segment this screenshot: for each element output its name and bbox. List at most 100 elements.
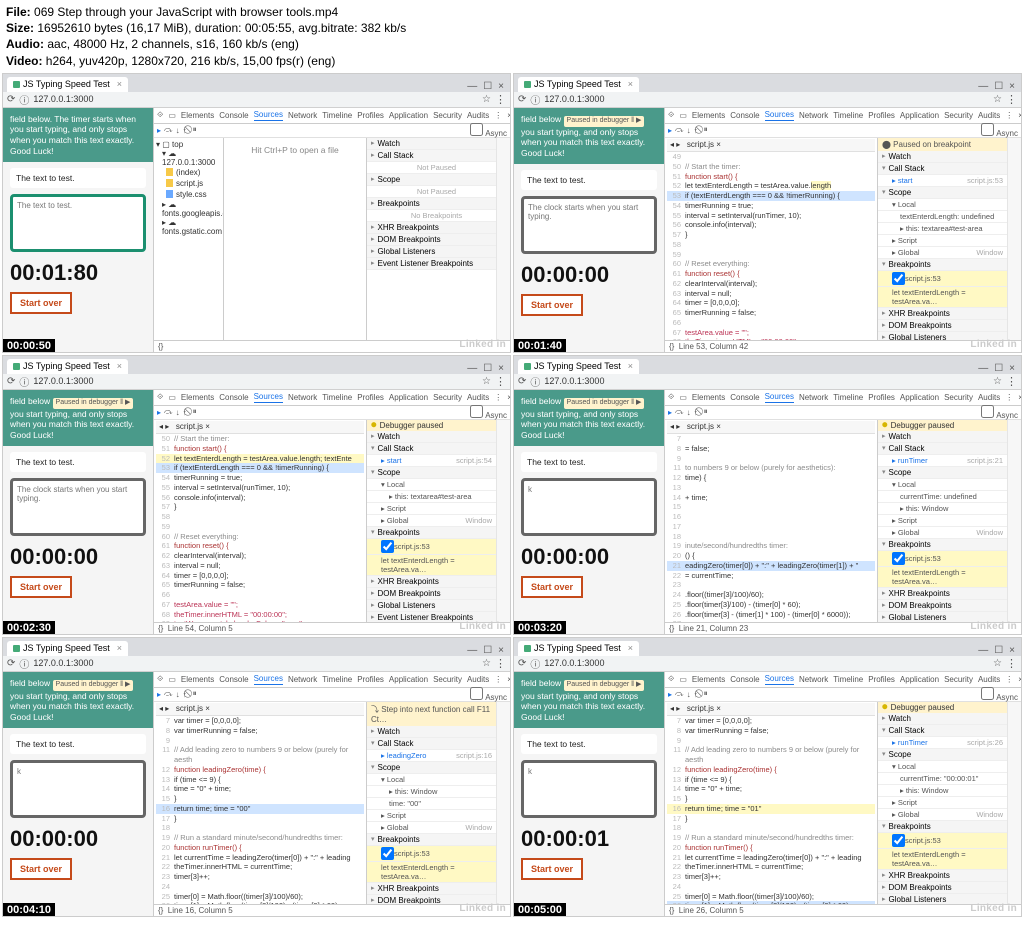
inspect-icon[interactable]: ⟐ [668,674,674,684]
typing-textarea[interactable]: The clock starts when you start typing. [521,196,657,254]
devtab-profiles[interactable]: Profiles [868,675,895,684]
window-max-icon[interactable]: ☐ [994,363,1003,374]
devtab-sources[interactable]: Sources [765,392,794,403]
window-close-icon[interactable]: × [498,81,504,92]
devtab-network[interactable]: Network [288,675,317,684]
devtools-close-icon[interactable]: × [507,675,510,684]
window-close-icon[interactable]: × [1009,645,1015,656]
url-text[interactable]: 127.0.0.1:3000 [544,94,989,104]
devtools-menu-icon[interactable]: ⋮ [1005,393,1013,402]
devtab-elements[interactable]: Elements [692,111,725,120]
window-min-icon[interactable]: — [978,363,988,374]
start-over-button[interactable]: Start over [521,294,583,316]
window-close-icon[interactable]: × [1009,81,1015,92]
window-close-icon[interactable]: × [498,363,504,374]
devtab-profiles[interactable]: Profiles [868,393,895,402]
star-icon[interactable]: ☆ [482,376,491,387]
devtab-security[interactable]: Security [433,393,462,402]
start-over-button[interactable]: Start over [10,292,72,314]
devtools-close-icon[interactable]: × [507,111,510,120]
devtab-console[interactable]: Console [730,675,759,684]
window-max-icon[interactable]: ☐ [483,645,492,656]
window-min-icon[interactable]: — [467,645,477,656]
browser-tab[interactable]: JS Typing Speed Test× [7,359,128,374]
devtab-elements[interactable]: Elements [181,111,214,120]
code-pane[interactable]: ◂ ▸ script.js × 7var timer = [0,0,0,0];8… [665,702,877,904]
device-icon[interactable]: ▭ [168,393,176,402]
async-checkbox[interactable] [470,405,483,418]
window-max-icon[interactable]: ☐ [994,645,1003,656]
devtools-close-icon[interactable]: × [1018,111,1021,120]
paused-in-debugger-pill[interactable]: Paused in debugger ‖ ▶ [53,398,134,409]
step-into-icon[interactable]: ↓ [687,408,691,417]
devtab-timeline[interactable]: Timeline [322,111,352,120]
inspect-icon[interactable]: ⟐ [157,392,163,402]
devtab-elements[interactable]: Elements [692,675,725,684]
browser-tab[interactable]: JS Typing Speed Test× [518,641,639,656]
step-into-icon[interactable]: ↓ [176,690,180,699]
star-icon[interactable]: ☆ [993,94,1002,105]
devtab-timeline[interactable]: Timeline [322,675,352,684]
devtab-application[interactable]: Application [389,675,428,684]
device-icon[interactable]: ▭ [679,393,687,402]
devtab-timeline[interactable]: Timeline [322,393,352,402]
devtab-network[interactable]: Network [799,111,828,120]
step-over-icon[interactable]: ⤼ [164,407,173,417]
async-checkbox[interactable] [981,405,994,418]
step-over-icon[interactable]: ⤼ [164,125,173,135]
step-into-icon[interactable]: ↓ [176,126,180,135]
resume-icon[interactable]: ▸ [157,126,161,135]
site-info-icon[interactable]: ⓘ [530,92,540,107]
browser-tab[interactable]: JS Typing Speed Test× [518,77,639,92]
browser-menu-icon[interactable]: ⋮ [495,657,506,670]
code-pane[interactable]: ◂ ▸ script.js × 78= false;911to numbers … [665,420,877,622]
devtab-application[interactable]: Application [900,675,939,684]
star-icon[interactable]: ☆ [993,376,1002,387]
url-text[interactable]: 127.0.0.1:3000 [544,376,989,386]
typing-textarea[interactable]: The clock starts when you start typing. [10,478,146,536]
devtab-sources[interactable]: Sources [254,110,283,121]
url-text[interactable]: 127.0.0.1:3000 [33,94,478,104]
reload-icon[interactable]: ⟳ [518,94,526,105]
window-min-icon[interactable]: — [978,645,988,656]
devtab-sources[interactable]: Sources [254,392,283,403]
typing-textarea[interactable]: k [521,760,657,818]
browser-tab[interactable]: JS Typing Speed Test× [7,77,128,92]
inspect-icon[interactable]: ⟐ [668,110,674,120]
devtab-security[interactable]: Security [433,111,462,120]
window-min-icon[interactable]: — [467,363,477,374]
devtab-console[interactable]: Console [219,675,248,684]
devtools-close-icon[interactable]: × [1018,393,1021,402]
site-info-icon[interactable]: ⓘ [19,92,29,107]
inspect-icon[interactable]: ⟐ [668,392,674,402]
async-checkbox[interactable] [470,687,483,700]
step-over-icon[interactable]: ⤼ [675,689,684,699]
step-out-icon[interactable]: ↑ [183,690,187,699]
start-over-button[interactable]: Start over [521,858,583,880]
browser-menu-icon[interactable]: ⋮ [1006,93,1017,106]
async-checkbox[interactable] [981,687,994,700]
devtab-audits[interactable]: Audits [467,393,489,402]
window-max-icon[interactable]: ☐ [994,81,1003,92]
step-out-icon[interactable]: ↑ [694,690,698,699]
devtab-console[interactable]: Console [730,111,759,120]
devtab-network[interactable]: Network [799,675,828,684]
devtab-application[interactable]: Application [900,393,939,402]
devtab-security[interactable]: Security [944,675,973,684]
devtab-audits[interactable]: Audits [467,111,489,120]
typing-textarea[interactable]: k [10,760,146,818]
devtab-sources[interactable]: Sources [765,110,794,121]
devtab-elements[interactable]: Elements [692,393,725,402]
devtools-menu-icon[interactable]: ⋮ [494,111,502,120]
paused-in-debugger-pill[interactable]: Paused in debugger ‖ ▶ [564,680,645,691]
site-info-icon[interactable]: ⓘ [19,656,29,671]
url-text[interactable]: 127.0.0.1:3000 [544,658,989,668]
devtools-close-icon[interactable]: × [1018,675,1021,684]
star-icon[interactable]: ☆ [482,658,491,669]
window-min-icon[interactable]: — [978,81,988,92]
devtab-application[interactable]: Application [389,111,428,120]
site-info-icon[interactable]: ⓘ [19,374,29,389]
resume-icon[interactable]: ▸ [668,690,672,699]
devtab-security[interactable]: Security [944,393,973,402]
pause-exc-icon[interactable]: ⏸ [193,407,197,417]
